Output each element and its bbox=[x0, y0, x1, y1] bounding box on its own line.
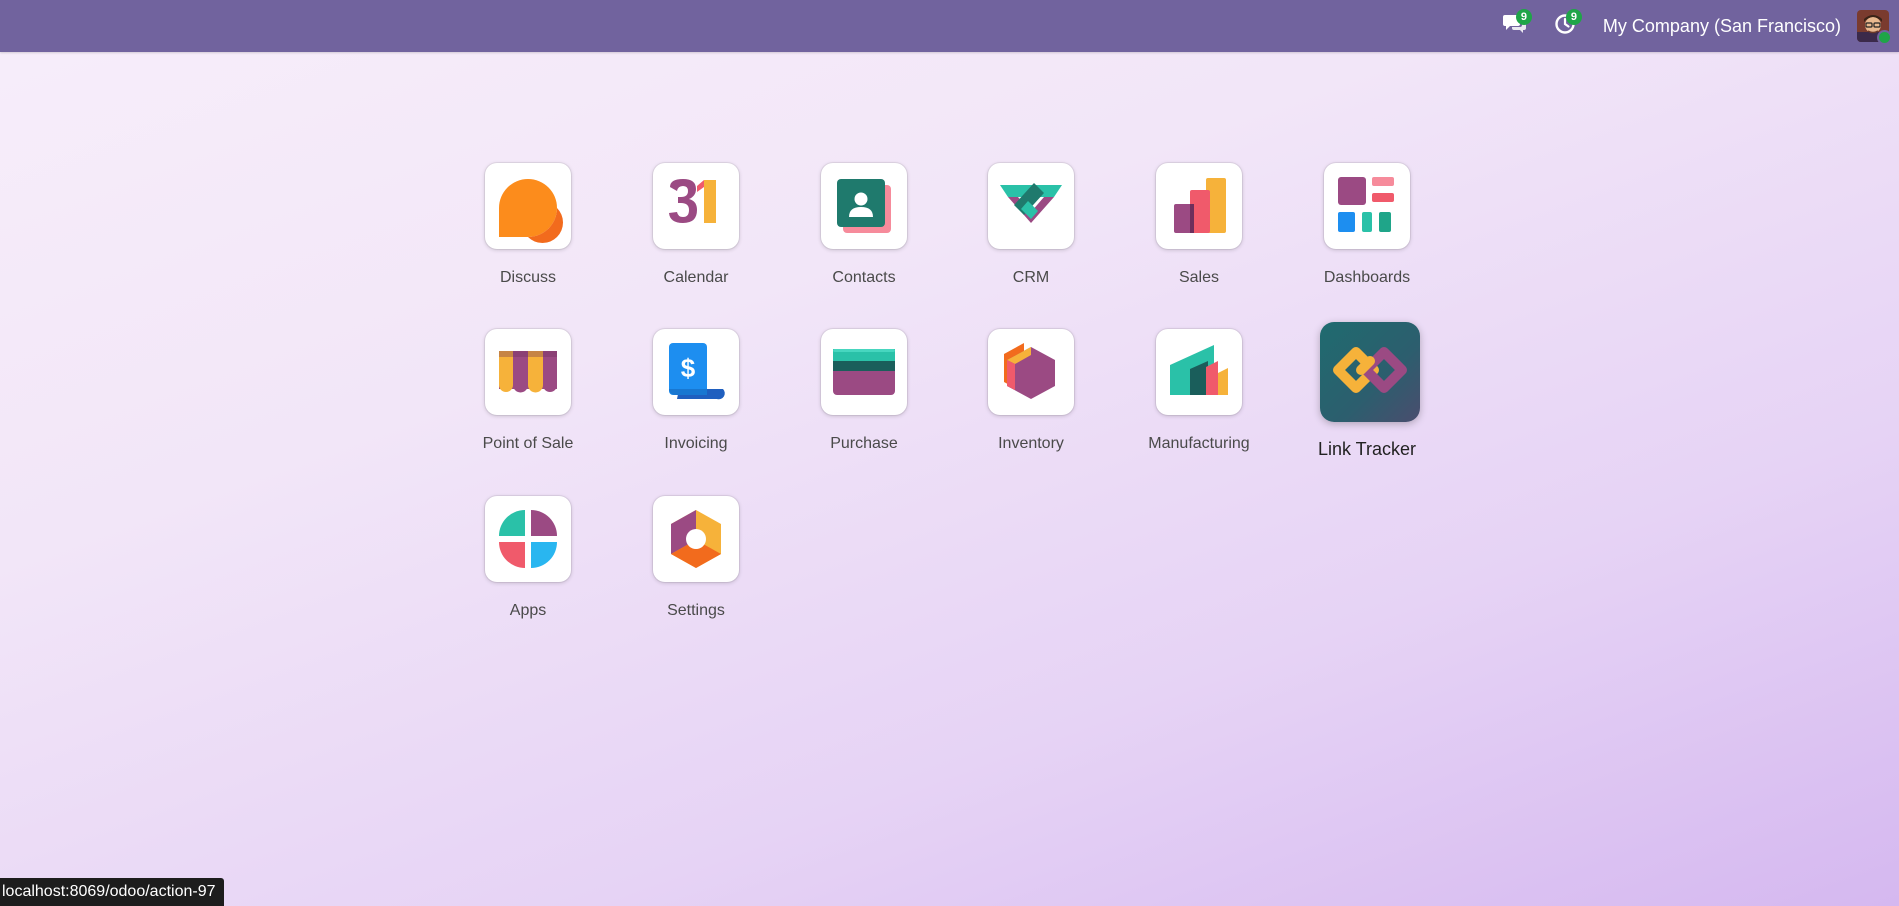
app-label: Point of Sale bbox=[482, 435, 574, 452]
top-navbar: 9 9 My Company (San Francisco) bbox=[0, 0, 1899, 52]
online-status-dot bbox=[1877, 30, 1892, 45]
user-avatar[interactable] bbox=[1857, 10, 1892, 45]
app-discuss[interactable]: Discuss bbox=[443, 163, 603, 303]
crm-icon bbox=[988, 163, 1074, 249]
app-sales[interactable]: Sales bbox=[1114, 163, 1274, 303]
app-dashboards[interactable]: Dashboards bbox=[1282, 163, 1442, 303]
app-contacts[interactable]: Contacts bbox=[779, 163, 939, 303]
app-manufacturing[interactable]: Manufacturing bbox=[1114, 329, 1274, 469]
dashboards-icon bbox=[1324, 163, 1410, 249]
messages-button[interactable]: 9 bbox=[1495, 0, 1535, 52]
app-crm[interactable]: CRM bbox=[946, 163, 1106, 303]
link-tracker-icon bbox=[1320, 322, 1420, 422]
app-label: Calendar bbox=[663, 269, 729, 286]
app-label: Inventory bbox=[998, 435, 1064, 452]
point-of-sale-icon bbox=[485, 329, 571, 415]
app-purchase[interactable]: Purchase bbox=[779, 329, 939, 469]
manufacturing-icon bbox=[1156, 329, 1242, 415]
app-inventory[interactable]: Inventory bbox=[946, 329, 1106, 469]
sales-icon bbox=[1156, 163, 1242, 249]
invoicing-icon: $ bbox=[653, 329, 739, 415]
app-label: Invoicing bbox=[664, 435, 728, 452]
svg-text:$: $ bbox=[681, 353, 696, 383]
app-label: Contacts bbox=[832, 269, 896, 286]
app-label: Sales bbox=[1178, 269, 1220, 286]
messages-counter-badge: 9 bbox=[1515, 9, 1532, 25]
purchase-icon bbox=[821, 329, 907, 415]
app-label: Apps bbox=[509, 602, 547, 619]
app-point-of-sale[interactable]: Point of Sale bbox=[443, 329, 603, 469]
activities-button[interactable]: 9 bbox=[1545, 0, 1585, 52]
app-label: Dashboards bbox=[1323, 269, 1411, 286]
contacts-icon bbox=[821, 163, 907, 249]
navbar-systray: 9 9 My Company (San Francisco) bbox=[1495, 0, 1899, 52]
app-link-tracker[interactable]: Link Tracker bbox=[1282, 322, 1442, 469]
app-settings[interactable]: Settings bbox=[611, 496, 771, 636]
calendar-icon bbox=[653, 163, 739, 249]
app-label: Discuss bbox=[499, 269, 556, 286]
app-apps[interactable]: Apps bbox=[443, 496, 603, 636]
app-invoicing[interactable]: $ Invoicing bbox=[611, 329, 771, 469]
app-label: Purchase bbox=[830, 435, 898, 452]
inventory-icon bbox=[988, 329, 1074, 415]
app-label: Manufacturing bbox=[1148, 435, 1250, 452]
activities-counter-badge: 9 bbox=[1565, 9, 1582, 25]
discuss-icon bbox=[485, 163, 571, 249]
app-label: CRM bbox=[1012, 269, 1050, 286]
apps-icon bbox=[485, 496, 571, 582]
app-label: Link Tracker bbox=[1317, 439, 1417, 459]
browser-status-url: localhost:8069/odoo/action-97 bbox=[0, 878, 224, 906]
app-calendar[interactable]: Calendar bbox=[611, 163, 771, 303]
company-switcher[interactable]: My Company (San Francisco) bbox=[1603, 16, 1841, 37]
app-label: Settings bbox=[667, 602, 725, 619]
settings-icon bbox=[653, 496, 739, 582]
